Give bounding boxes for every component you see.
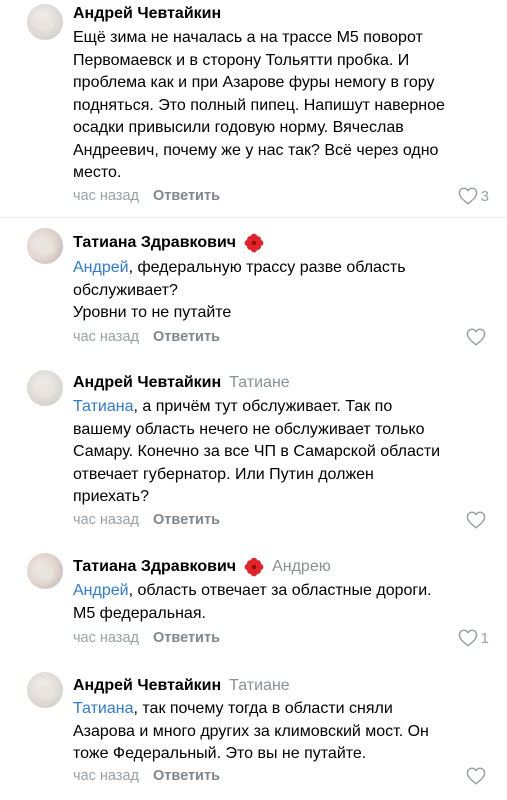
text-fragment: , так почему тогда в области сняли (133, 700, 393, 717)
text-line: обслуживает? (73, 281, 178, 299)
reply-button[interactable]: Ответить (153, 768, 220, 784)
comment-text: Татиана, так почему тогда в области снял… (73, 698, 487, 766)
text-fragment: , федеральную трассу разве область (128, 259, 406, 276)
avatar[interactable] (27, 4, 63, 40)
reply-button[interactable]: Ответить (153, 630, 220, 646)
avatar[interactable] (27, 553, 63, 589)
divider (0, 217, 507, 218)
reply-to-label[interactable]: Татиане (229, 677, 290, 695)
comment-header: Андрей Чевтайкин (73, 4, 221, 24)
text-line: место. (73, 164, 122, 181)
like-button[interactable]: 3 (458, 186, 489, 206)
comment-text: Татиана, а причём тут обслуживает. Так п… (73, 396, 487, 509)
timestamp: час назад (73, 630, 139, 646)
like-button[interactable]: 1 (458, 628, 489, 648)
mention-link[interactable]: Андрей (73, 259, 129, 276)
comment-header: Андрей Чевтайкин Татиане (73, 372, 290, 394)
like-count: 3 (480, 187, 489, 205)
timestamp: час назад (73, 768, 139, 784)
text-line: подняться. Это полный пипец. Напишут нав… (73, 96, 445, 114)
text-fragment: , а причём тут обслуживает. Так по (133, 398, 393, 415)
avatar[interactable] (27, 228, 63, 264)
comment-meta: час назад Ответить (73, 766, 220, 786)
author-name[interactable]: Андрей Чевтайкин (73, 5, 221, 23)
timestamp: час назад (73, 188, 139, 204)
text-line: Андрей, федеральную трассу разве область (73, 257, 487, 280)
avatar[interactable] (27, 370, 63, 406)
text-line: Уровни то не путайте (73, 304, 232, 321)
timestamp: час назад (73, 329, 139, 345)
comment-header: Татиана Здравкович Андрею (73, 556, 331, 578)
text-line: Ещё зима не началась а на трассе М5 пово… (73, 29, 423, 46)
text-line: Первомаевск и в сторону Тольятти пробка.… (73, 51, 410, 69)
text-line: отвечает губернатор. Или Путин должен (73, 465, 374, 483)
like-button[interactable] (466, 766, 489, 786)
text-line: вашему область нечего не обслуживает тол… (73, 420, 425, 438)
comment-meta: час назад Ответить (73, 510, 220, 530)
mention-link[interactable]: Татиана (73, 700, 134, 717)
text-line: тоже Федеральный. Это вы не путайте. (73, 745, 367, 762)
text-line: Самару. Конечно за все ЧП в Самарской об… (73, 443, 441, 460)
text-line: проблема как и при Азарове фуры немогу в… (73, 74, 435, 91)
text-line: Татиана, так почему тогда в области снял… (73, 698, 487, 721)
avatar[interactable] (27, 672, 63, 708)
mention-link[interactable]: Андрей (73, 582, 129, 599)
comment-header: Татиана Здравкович (73, 232, 264, 254)
mention-link[interactable]: Татиана (73, 398, 134, 415)
like-button[interactable] (466, 510, 489, 530)
comment-text: Ещё зима не началась а на трассе М5 пово… (73, 27, 487, 185)
like-button[interactable] (466, 327, 489, 347)
comment-text: Андрей, федеральную трассу разве область… (73, 257, 487, 325)
heart-outline-icon (466, 767, 486, 785)
timestamp: час назад (73, 512, 139, 528)
text-line: Татиана, а причём тут обслуживает. Так п… (73, 396, 487, 419)
like-count: 1 (480, 629, 489, 647)
text-fragment: , область отвечает за областные дороги. (128, 582, 432, 599)
comment-meta: час назад Ответить (73, 628, 220, 648)
comment-header: Андрей Чевтайкин Татиане (73, 675, 290, 697)
heart-outline-icon (458, 629, 477, 647)
heart-outline-icon (466, 328, 486, 346)
author-name[interactable]: Татиана Здравкович (73, 234, 236, 252)
author-name[interactable]: Андрей Чевтайкин (73, 677, 221, 695)
reply-button[interactable]: Ответить (153, 512, 220, 528)
heart-outline-icon (458, 187, 477, 205)
comment-meta: час назад Ответить (73, 327, 220, 347)
text-line: приехать? (73, 488, 149, 505)
comment-text: Андрей, область отвечает за областные до… (73, 580, 487, 625)
red-flower-icon (244, 557, 264, 577)
author-name[interactable]: Татиана Здравкович (73, 558, 236, 576)
heart-outline-icon (466, 511, 486, 529)
reply-button[interactable]: Ответить (153, 329, 220, 345)
text-line: Андрей, область отвечает за областные до… (73, 580, 487, 603)
reply-to-label[interactable]: Андрею (272, 558, 331, 576)
text-line: Азарова и много других за климовский мос… (73, 722, 429, 740)
author-name[interactable]: Андрей Чевтайкин (73, 374, 221, 392)
red-flower-icon (244, 233, 264, 253)
text-line: М5 федеральная. (73, 604, 206, 622)
text-line: Андреевич, почему же у нас так? Всё чере… (73, 141, 439, 159)
reply-button[interactable]: Ответить (153, 188, 220, 204)
text-line: осадки привысили годовую норму. Вячеслав (73, 119, 404, 136)
comment-meta: час назад Ответить (73, 186, 220, 206)
reply-to-label[interactable]: Татиане (229, 374, 290, 392)
